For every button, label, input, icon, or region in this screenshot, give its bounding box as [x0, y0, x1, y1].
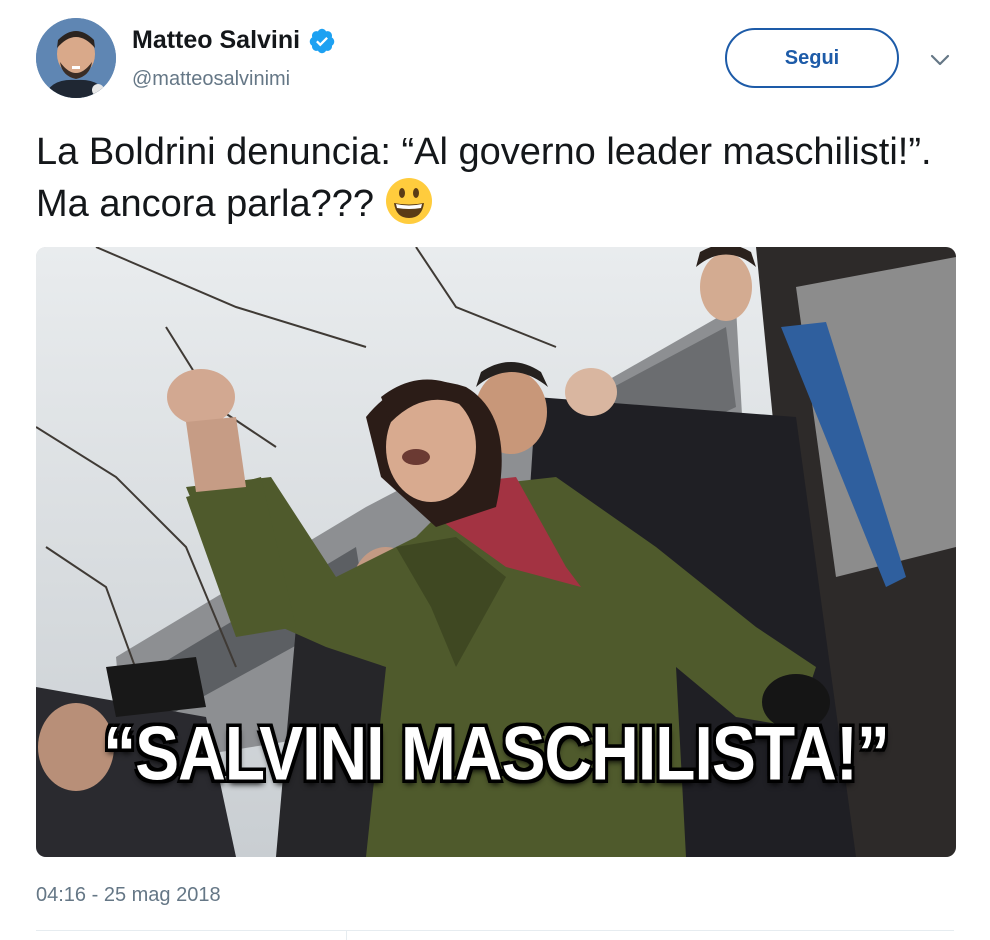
author-name[interactable]: Matteo Salvini	[132, 26, 336, 55]
tweet-body: La Boldrini denuncia: “Al governo leader…	[36, 131, 932, 225]
tweet-photo[interactable]: “SALVINI MASCHILISTA!”	[36, 247, 956, 857]
tweet-timestamp[interactable]: 04:16 - 25 mag 2018	[36, 884, 221, 907]
grinning-face-emoji-icon	[386, 178, 432, 224]
author-avatar[interactable]	[36, 18, 116, 98]
follow-button[interactable]: Segui	[725, 28, 899, 88]
verified-badge-icon	[309, 28, 335, 53]
footer-divider	[36, 930, 954, 931]
photo-caption: “SALVINI MASCHILISTA!”	[103, 710, 890, 796]
author-name-text[interactable]: Matteo Salvini	[132, 26, 300, 55]
author-handle[interactable]: @matteosalvinimi	[132, 68, 290, 91]
chevron-down-icon[interactable]	[928, 48, 952, 72]
footer-divider-tick	[346, 930, 347, 940]
tweet-text: La Boldrini denuncia: “Al governo leader…	[36, 128, 936, 228]
